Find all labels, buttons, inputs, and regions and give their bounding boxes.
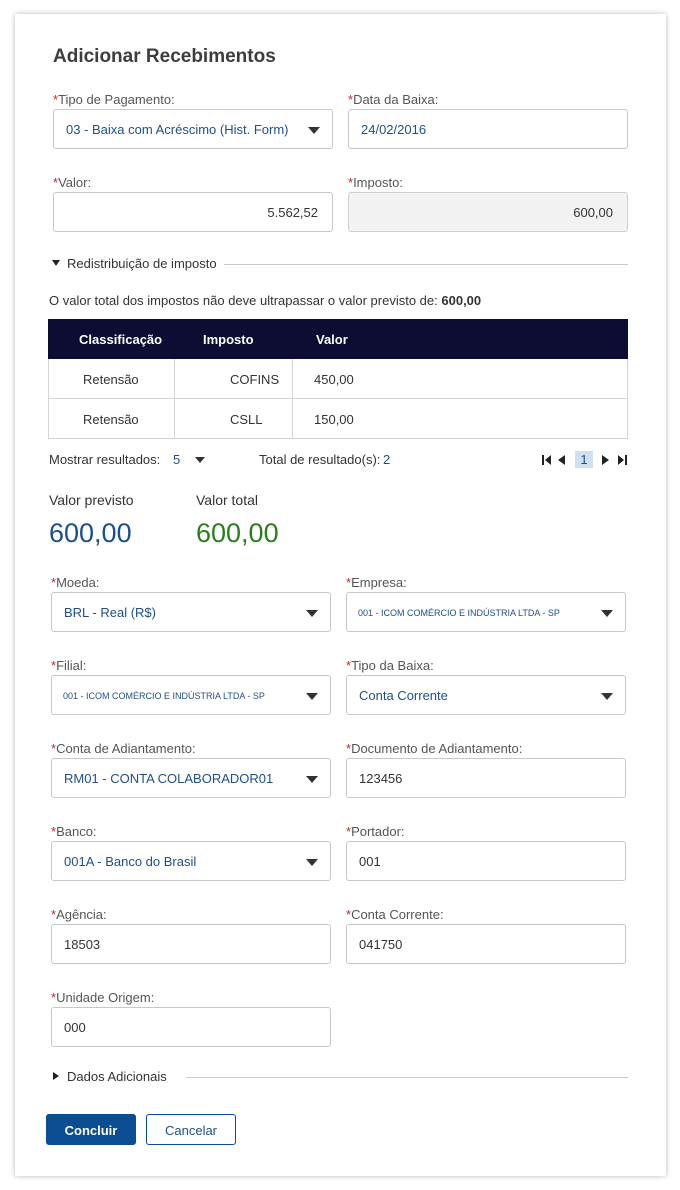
last-page-icon[interactable] xyxy=(618,455,627,465)
dados-adicionais-title: Dados Adicionais xyxy=(67,1069,167,1084)
chevron-down-icon xyxy=(306,693,318,700)
portador-input[interactable]: 001 xyxy=(346,841,626,881)
empresa-select[interactable]: 001 - ICOM COMÉRCIO E INDÚSTRIA LTDA - S… xyxy=(346,592,626,632)
tipo-baixa-value: Conta Corrente xyxy=(359,688,448,703)
empresa-label: Empresa: xyxy=(351,575,407,590)
dados-adicionais-toggle[interactable]: Dados Adicionais xyxy=(52,1069,628,1085)
imposto-value: 600,00 xyxy=(573,205,613,220)
chevron-down-icon xyxy=(306,859,318,866)
imposto-label: Imposto: xyxy=(353,175,403,190)
empresa-value: 001 - ICOM COMÉRCIO E INDÚSTRIA LTDA - S… xyxy=(358,608,560,618)
valor-value: 5.562,52 xyxy=(267,205,318,220)
chevron-down-icon[interactable] xyxy=(195,457,205,463)
moeda-value: BRL - Real (R$) xyxy=(64,605,156,620)
cancelar-button[interactable]: Cancelar xyxy=(146,1114,236,1145)
valor-previsto-label: Valor previsto xyxy=(49,492,134,508)
table-header: Classificação Imposto Valor xyxy=(48,319,628,359)
banco-value: 001A - Banco do Brasil xyxy=(64,854,197,869)
table-row[interactable]: Retensão CSLL 150,00 xyxy=(48,399,628,439)
conta-corrente-value: 041750 xyxy=(359,937,403,952)
total-results-count: 2 xyxy=(383,452,391,467)
conta-adiantamento-select[interactable]: RM01 - CONTA COLABORADOR01 xyxy=(51,758,331,798)
caret-right-icon xyxy=(53,1072,59,1080)
data-baixa-input[interactable]: 24/02/2016 xyxy=(348,109,628,149)
current-page-button[interactable]: 1 xyxy=(575,451,593,468)
page-title: Adicionar Recebimentos xyxy=(53,46,276,67)
documento-adiantamento-input[interactable]: 123456 xyxy=(346,758,626,798)
unidade-origem-value: 000 xyxy=(64,1020,86,1035)
unidade-origem-label: Unidade Origem: xyxy=(56,990,155,1005)
agencia-input[interactable]: 18503 xyxy=(51,924,331,964)
filial-value: 001 - ICOM COMÉRCIO E INDÚSTRIA LTDA - S… xyxy=(63,691,265,701)
redistribuicao-title: Redistribuição de imposto xyxy=(67,256,217,271)
cell-classificacao: Retensão xyxy=(83,412,139,427)
tipo-pagamento-label: Tipo de Pagamento: xyxy=(58,92,175,107)
chevron-down-icon xyxy=(308,127,320,134)
conta-corrente-input[interactable]: 041750 xyxy=(346,924,626,964)
table-pager: Mostrar resultados: 5 Total de resultado… xyxy=(49,451,629,469)
concluir-button[interactable]: Concluir xyxy=(46,1114,136,1145)
tipo-pagamento-value: 03 - Baixa com Acréscimo (Hist. Form) xyxy=(66,122,289,137)
show-results-label: Mostrar resultados: xyxy=(49,452,161,467)
imposto-input: 600,00 xyxy=(348,192,628,232)
previous-page-icon[interactable] xyxy=(558,455,565,465)
chevron-down-icon xyxy=(601,693,613,700)
data-baixa-value: 24/02/2016 xyxy=(361,122,427,137)
column-header-imposto[interactable]: Imposto xyxy=(203,332,254,347)
section-divider xyxy=(224,264,628,265)
valor-total-label: Valor total xyxy=(196,492,258,508)
redistribuicao-note: O valor total dos impostos não deve ultr… xyxy=(49,293,482,308)
unidade-origem-input[interactable]: 000 xyxy=(51,1007,331,1047)
chevron-down-icon xyxy=(306,776,318,783)
valor-label: Valor: xyxy=(58,175,92,190)
data-baixa-label: Data da Baixa: xyxy=(353,92,439,107)
tipo-baixa-select[interactable]: Conta Corrente xyxy=(346,675,626,715)
tipo-pagamento-select[interactable]: 03 - Baixa com Acréscimo (Hist. Form) xyxy=(53,109,333,149)
conta-adiantamento-value: RM01 - CONTA COLABORADOR01 xyxy=(64,771,274,786)
page-size-select[interactable]: 5 xyxy=(173,452,180,467)
moeda-label: Moeda: xyxy=(56,575,100,590)
moeda-select[interactable]: BRL - Real (R$) xyxy=(51,592,331,632)
valor-input[interactable]: 5.562,52 xyxy=(53,192,333,232)
cell-valor: 150,00 xyxy=(314,412,354,427)
total-results-label: Total de resultado(s): xyxy=(259,452,381,467)
cell-imposto: COFINS xyxy=(230,372,280,387)
note-value: 600,00 xyxy=(441,293,482,308)
imposto-table: Classificação Imposto Valor Retensão COF… xyxy=(48,319,628,439)
portador-label: Portador: xyxy=(351,824,405,839)
valor-total-value: 600,00 xyxy=(196,518,279,548)
filial-label: Filial: xyxy=(56,658,87,673)
valor-previsto-value: 600,00 xyxy=(49,518,132,548)
table-row[interactable]: Retensão COFINS 450,00 xyxy=(48,359,628,399)
redistribuicao-toggle[interactable]: Redistribuição de imposto xyxy=(52,256,628,272)
first-page-icon[interactable] xyxy=(542,455,551,465)
section-divider xyxy=(186,1077,628,1078)
column-header-valor[interactable]: Valor xyxy=(316,332,348,347)
documento-adiantamento-label: Documento de Adiantamento: xyxy=(351,741,523,756)
agencia-value: 18503 xyxy=(64,937,101,952)
conta-adiantamento-label: Conta de Adiantamento: xyxy=(56,741,196,756)
banco-label: Banco: xyxy=(56,824,97,839)
tipo-baixa-label: Tipo da Baixa: xyxy=(351,658,434,673)
caret-down-icon xyxy=(52,260,60,266)
portador-value: 001 xyxy=(359,854,381,869)
column-header-classificacao[interactable]: Classificação xyxy=(79,332,162,347)
chevron-down-icon xyxy=(601,610,613,617)
filial-select[interactable]: 001 - ICOM COMÉRCIO E INDÚSTRIA LTDA - S… xyxy=(51,675,331,715)
cell-classificacao: Retensão xyxy=(83,372,139,387)
conta-corrente-label: Conta Corrente: xyxy=(351,907,444,922)
documento-adiantamento-value: 123456 xyxy=(359,771,403,786)
banco-select[interactable]: 001A - Banco do Brasil xyxy=(51,841,331,881)
agencia-label: Agência: xyxy=(56,907,107,922)
next-page-icon[interactable] xyxy=(602,455,609,465)
cell-imposto: CSLL xyxy=(230,412,263,427)
chevron-down-icon xyxy=(306,610,318,617)
cell-valor: 450,00 xyxy=(314,372,354,387)
